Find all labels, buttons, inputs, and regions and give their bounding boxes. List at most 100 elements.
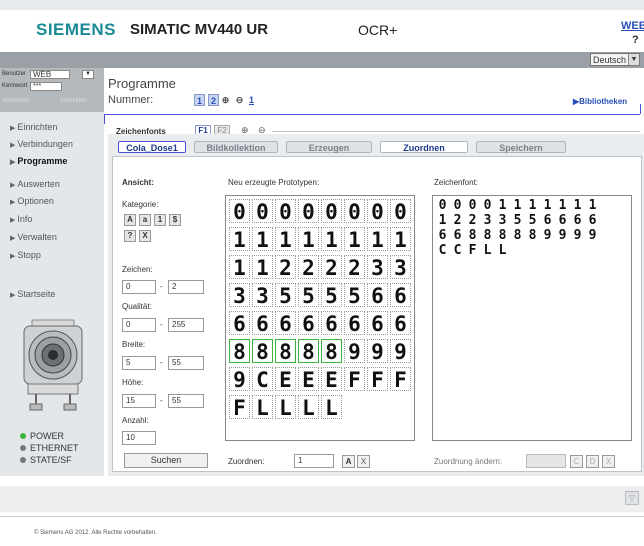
prototype-glyph[interactable]: L xyxy=(298,395,319,420)
search-button[interactable]: Suchen xyxy=(124,453,208,468)
font-glyph[interactable]: C xyxy=(436,244,449,258)
prototype-glyph[interactable]: 0 xyxy=(229,199,250,224)
font-glyph[interactable]: 8 xyxy=(526,229,539,243)
prototype-glyph[interactable]: E xyxy=(275,367,296,392)
font-glyph[interactable]: 8 xyxy=(466,229,479,243)
add-program-icon[interactable]: ⊕ xyxy=(220,94,231,106)
prototype-glyph[interactable]: 8 xyxy=(275,339,296,364)
prototype-glyph[interactable]: F xyxy=(390,367,411,392)
prototype-glyph[interactable]: 0 xyxy=(275,199,296,224)
prototype-glyph[interactable]: 6 xyxy=(344,311,365,336)
remove-program-icon[interactable]: ⊖ xyxy=(234,94,245,106)
quality-to-field[interactable]: 255 xyxy=(168,318,204,332)
prototype-glyph[interactable]: 6 xyxy=(367,283,388,308)
prototype-glyph[interactable]: 1 xyxy=(367,227,388,252)
prototype-glyph[interactable]: 2 xyxy=(321,255,342,280)
change-x-button[interactable]: X xyxy=(602,455,615,468)
font-glyph[interactable]: 1 xyxy=(496,199,509,213)
prototype-glyph[interactable]: 3 xyxy=(390,255,411,280)
program-1-button[interactable]: 1 xyxy=(194,94,205,106)
prototype-glyph[interactable]: 6 xyxy=(298,311,319,336)
font-glyph[interactable]: 9 xyxy=(586,229,599,243)
prototype-glyph[interactable]: 9 xyxy=(390,339,411,364)
prototype-glyph[interactable]: F xyxy=(367,367,388,392)
prototype-glyph[interactable]: 1 xyxy=(390,227,411,252)
nav-item-einrichten[interactable]: ▶ Einrichten xyxy=(10,122,57,132)
font-glyph[interactable]: 1 xyxy=(541,199,554,213)
prototype-glyph[interactable]: 9 xyxy=(367,339,388,364)
prototype-glyph[interactable]: 1 xyxy=(252,255,273,280)
nav-item-stopp[interactable]: ▶ Stopp xyxy=(10,250,41,260)
prototype-glyph[interactable]: E xyxy=(298,367,319,392)
height-to-field[interactable]: 55 xyxy=(168,394,204,408)
unassign-button[interactable]: X xyxy=(357,455,370,468)
prototype-glyph[interactable]: L xyxy=(321,395,342,420)
change-c-button[interactable]: C xyxy=(570,455,583,468)
font-glyph[interactable]: L xyxy=(481,244,494,258)
prototype-glyph[interactable]: 6 xyxy=(321,311,342,336)
prototype-glyph[interactable]: 1 xyxy=(298,227,319,252)
font-glyph[interactable]: 1 xyxy=(511,199,524,213)
prototype-glyph[interactable]: 9 xyxy=(344,339,365,364)
font-glyph[interactable]: 0 xyxy=(436,199,449,213)
font-glyph[interactable]: C xyxy=(451,244,464,258)
assign-button[interactable]: A xyxy=(342,455,355,468)
nav-item-info[interactable]: ▶ Info xyxy=(10,214,32,224)
prototype-glyph[interactable]: 0 xyxy=(367,199,388,224)
font-glyph[interactable]: 6 xyxy=(436,229,449,243)
prototype-glyph[interactable]: L xyxy=(252,395,273,420)
nav-item-verwalten[interactable]: ▶ Verwalten xyxy=(10,232,57,242)
tab-bildkollektion[interactable]: Bildkollektion xyxy=(194,141,278,153)
prototype-glyph[interactable]: 0 xyxy=(298,199,319,224)
font-glyph[interactable]: 6 xyxy=(556,214,569,228)
prototype-glyph[interactable]: 6 xyxy=(229,311,250,336)
font-glyph[interactable]: 0 xyxy=(451,199,464,213)
prototype-glyph[interactable]: 6 xyxy=(390,311,411,336)
nav-item-auswerten[interactable]: ▶ Auswerten xyxy=(10,179,60,189)
width-from-field[interactable]: 5 xyxy=(122,356,156,370)
category-lowercase-button[interactable]: a xyxy=(139,214,151,226)
change-assign-field[interactable] xyxy=(526,454,566,468)
assign-field[interactable]: 1 xyxy=(294,454,334,468)
prototype-glyph[interactable]: 0 xyxy=(390,199,411,224)
category-digits-button[interactable]: 1 xyxy=(154,214,166,226)
prototype-glyph[interactable]: 2 xyxy=(298,255,319,280)
font-glyph[interactable]: 5 xyxy=(526,214,539,228)
quality-from-field[interactable]: 0 xyxy=(122,318,156,332)
font-glyph[interactable]: 6 xyxy=(571,214,584,228)
language-select[interactable]: Deutsch ▼ xyxy=(590,53,640,66)
font-glyph[interactable]: 1 xyxy=(526,199,539,213)
category-unknown-button[interactable]: ? xyxy=(124,230,136,242)
prototype-glyph[interactable]: 6 xyxy=(252,311,273,336)
prototype-glyph[interactable]: 9 xyxy=(229,367,250,392)
nav-item-optionen[interactable]: ▶ Optionen xyxy=(10,196,54,206)
prototype-glyph[interactable]: 5 xyxy=(298,283,319,308)
prototype-glyph[interactable]: 8 xyxy=(252,339,273,364)
font-glyph[interactable]: 1 xyxy=(556,199,569,213)
category-special-button[interactable]: $ xyxy=(169,214,181,226)
nav-item-startseite[interactable]: ▶ Startseite xyxy=(10,289,55,299)
tab-erzeugen[interactable]: Erzeugen xyxy=(286,141,372,153)
font-glyph[interactable]: 6 xyxy=(586,214,599,228)
prototype-glyph[interactable]: L xyxy=(275,395,296,420)
prototype-glyph[interactable]: 1 xyxy=(344,227,365,252)
tab-cola-dose1[interactable]: Cola_Dose1 xyxy=(118,141,186,153)
height-from-field[interactable]: 15 xyxy=(122,394,156,408)
prototype-glyph[interactable]: 1 xyxy=(229,255,250,280)
font-glyph[interactable]: 8 xyxy=(481,229,494,243)
web-link[interactable]: WEB xyxy=(621,20,644,32)
font-glyph[interactable]: 8 xyxy=(511,229,524,243)
prototype-glyph[interactable]: F xyxy=(344,367,365,392)
program-2-button[interactable]: 2 xyxy=(208,94,219,106)
prototype-glyph[interactable]: 8 xyxy=(298,339,319,364)
password-field[interactable]: *** xyxy=(30,82,62,91)
logout-button[interactable]: Abmelden xyxy=(2,98,29,104)
prototype-glyph[interactable]: 0 xyxy=(344,199,365,224)
prototype-glyph[interactable]: 5 xyxy=(321,283,342,308)
prototype-glyph[interactable]: 5 xyxy=(275,283,296,308)
prototype-glyph[interactable]: 0 xyxy=(321,199,342,224)
prototype-glyph[interactable]: 2 xyxy=(275,255,296,280)
prototype-glyph[interactable]: 3 xyxy=(252,283,273,308)
count-field[interactable]: 10 xyxy=(122,431,156,445)
prototype-glyph[interactable]: 1 xyxy=(321,227,342,252)
